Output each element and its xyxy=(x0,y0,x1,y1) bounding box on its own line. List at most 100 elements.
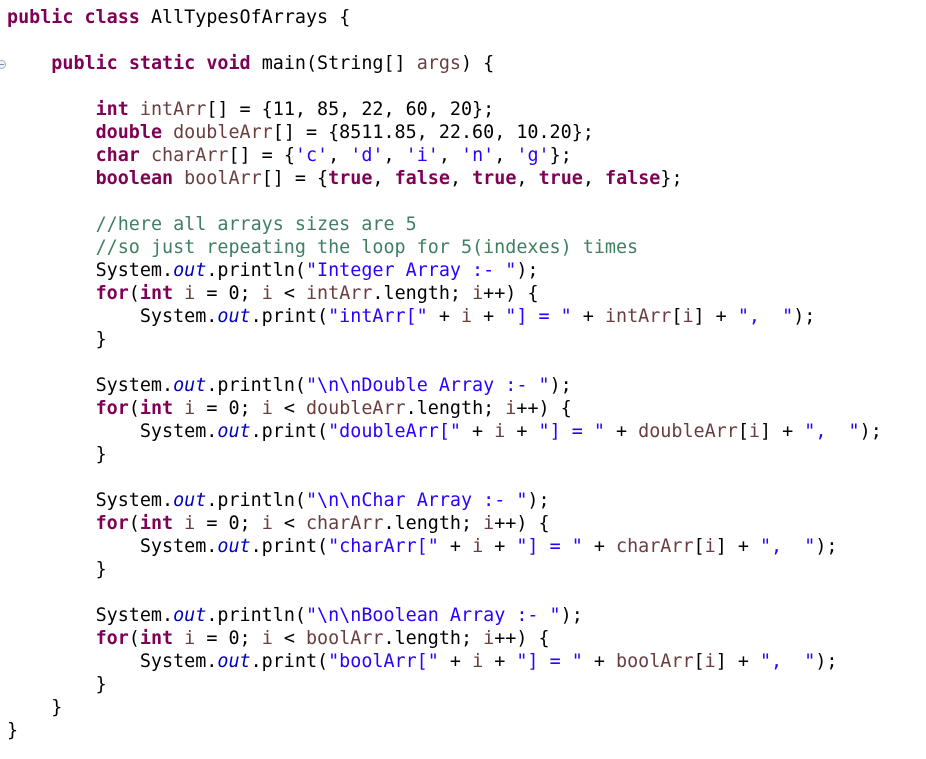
code-token: ( xyxy=(128,513,140,534)
keyword-token: public xyxy=(7,7,74,28)
keyword-token: boolean xyxy=(95,168,174,189)
variable-token: args xyxy=(416,53,462,74)
string-token: "\n\nChar Array :- " xyxy=(305,490,528,511)
code-token: .length; xyxy=(405,398,506,419)
keyword-token: for xyxy=(95,398,129,419)
code-token: + xyxy=(582,536,617,557)
string-token: ", " xyxy=(759,536,816,557)
code-token: + xyxy=(438,536,473,557)
code-token: System. xyxy=(7,260,174,281)
code-token: } xyxy=(7,720,19,741)
code-token: .length; xyxy=(383,628,484,649)
code-token: .print( xyxy=(250,421,329,442)
keyword-token: char xyxy=(95,145,140,166)
fold-collapse-icon[interactable] xyxy=(0,60,6,69)
code-line: for(int i = 0; i < charArr.length; i++) … xyxy=(7,512,882,535)
variable-token: i xyxy=(494,421,506,442)
code-line: System.out.println("\n\nDouble Array :- … xyxy=(7,374,882,397)
variable-token: i xyxy=(184,398,196,419)
variable-token: i xyxy=(261,628,273,649)
variable-token: i xyxy=(184,628,196,649)
string-token: "] = " xyxy=(516,536,583,557)
code-line: System.out.print("intArr[" + i + "] = " … xyxy=(7,305,882,328)
code-token: [ xyxy=(737,421,749,442)
code-token: .print( xyxy=(250,536,329,557)
code-text-area[interactable]: public class AllTypesOfArrays { public s… xyxy=(7,6,882,742)
string-token: 'n' xyxy=(461,145,495,166)
variable-token: charArr xyxy=(150,145,229,166)
keyword-token: static xyxy=(128,53,196,74)
variable-token: intArr xyxy=(139,99,207,120)
code-line: int intArr[] = {11, 85, 22, 60, 20}; xyxy=(7,98,882,121)
code-line: //here all arrays sizes are 5 xyxy=(7,213,882,236)
code-token: , xyxy=(383,145,406,166)
variable-token: doubleArr xyxy=(638,421,738,442)
code-token: , xyxy=(582,168,606,189)
code-token: }; xyxy=(549,145,572,166)
variable-token: intArr xyxy=(604,306,672,327)
variable-token: i xyxy=(261,513,273,534)
keyword-token: true xyxy=(328,168,373,189)
keyword-token: int xyxy=(139,398,174,419)
code-token: .println( xyxy=(206,375,306,396)
code-token: ( xyxy=(128,283,140,304)
code-token: [] = { xyxy=(261,168,329,189)
code-token: ( xyxy=(128,628,140,649)
code-editor[interactable]: public class AllTypesOfArrays { public s… xyxy=(0,0,926,759)
code-token: [] = { xyxy=(228,145,295,166)
variable-token: charArr xyxy=(305,513,384,534)
field-token: out xyxy=(173,605,207,626)
code-token: System. xyxy=(7,651,218,672)
code-token: ( xyxy=(128,398,140,419)
code-token: < xyxy=(272,513,306,534)
variable-token: i xyxy=(483,628,495,649)
code-token: .println( xyxy=(206,260,306,281)
code-token: AllTypesOfArrays { xyxy=(139,7,351,28)
code-token: , xyxy=(438,145,462,166)
keyword-token: true xyxy=(472,168,517,189)
code-token: .print( xyxy=(250,306,329,327)
code-line: double doubleArr[] = {8511.85, 22.60, 10… xyxy=(7,121,882,144)
keyword-token: int xyxy=(139,283,174,304)
code-token: System. xyxy=(7,536,218,557)
variable-token: boolArr xyxy=(184,168,262,189)
code-line: boolean boolArr[] = {true, false, true, … xyxy=(7,167,882,190)
code-token: .println( xyxy=(206,605,306,626)
code-token: = 0; xyxy=(195,513,262,534)
code-token: ] + xyxy=(693,306,738,327)
code-line: System.out.print("doubleArr[" + i + "] =… xyxy=(7,420,882,443)
keyword-token: false xyxy=(394,168,450,189)
code-token: + xyxy=(483,536,517,557)
code-line: for(int i = 0; i < intArr.length; i++) { xyxy=(7,282,882,305)
keyword-token: false xyxy=(605,168,661,189)
string-token: ", " xyxy=(759,651,816,672)
code-token: } xyxy=(7,444,107,465)
code-line: System.out.println("Integer Array :- "); xyxy=(7,259,882,282)
variable-token: boolArr xyxy=(616,651,694,672)
code-token: = 0; xyxy=(195,398,262,419)
code-token: < xyxy=(272,283,306,304)
code-token: + xyxy=(472,306,506,327)
code-line: //so just repeating the loop for 5(index… xyxy=(7,236,882,259)
code-token: [ xyxy=(693,536,705,557)
variable-token: i xyxy=(261,398,273,419)
code-line: } xyxy=(7,696,882,719)
code-token: ++) { xyxy=(494,513,550,534)
string-token: "] = " xyxy=(505,306,572,327)
code-token: ); xyxy=(815,536,838,557)
code-token: + xyxy=(571,306,605,327)
variable-token: i xyxy=(472,536,484,557)
field-token: out xyxy=(173,375,207,396)
